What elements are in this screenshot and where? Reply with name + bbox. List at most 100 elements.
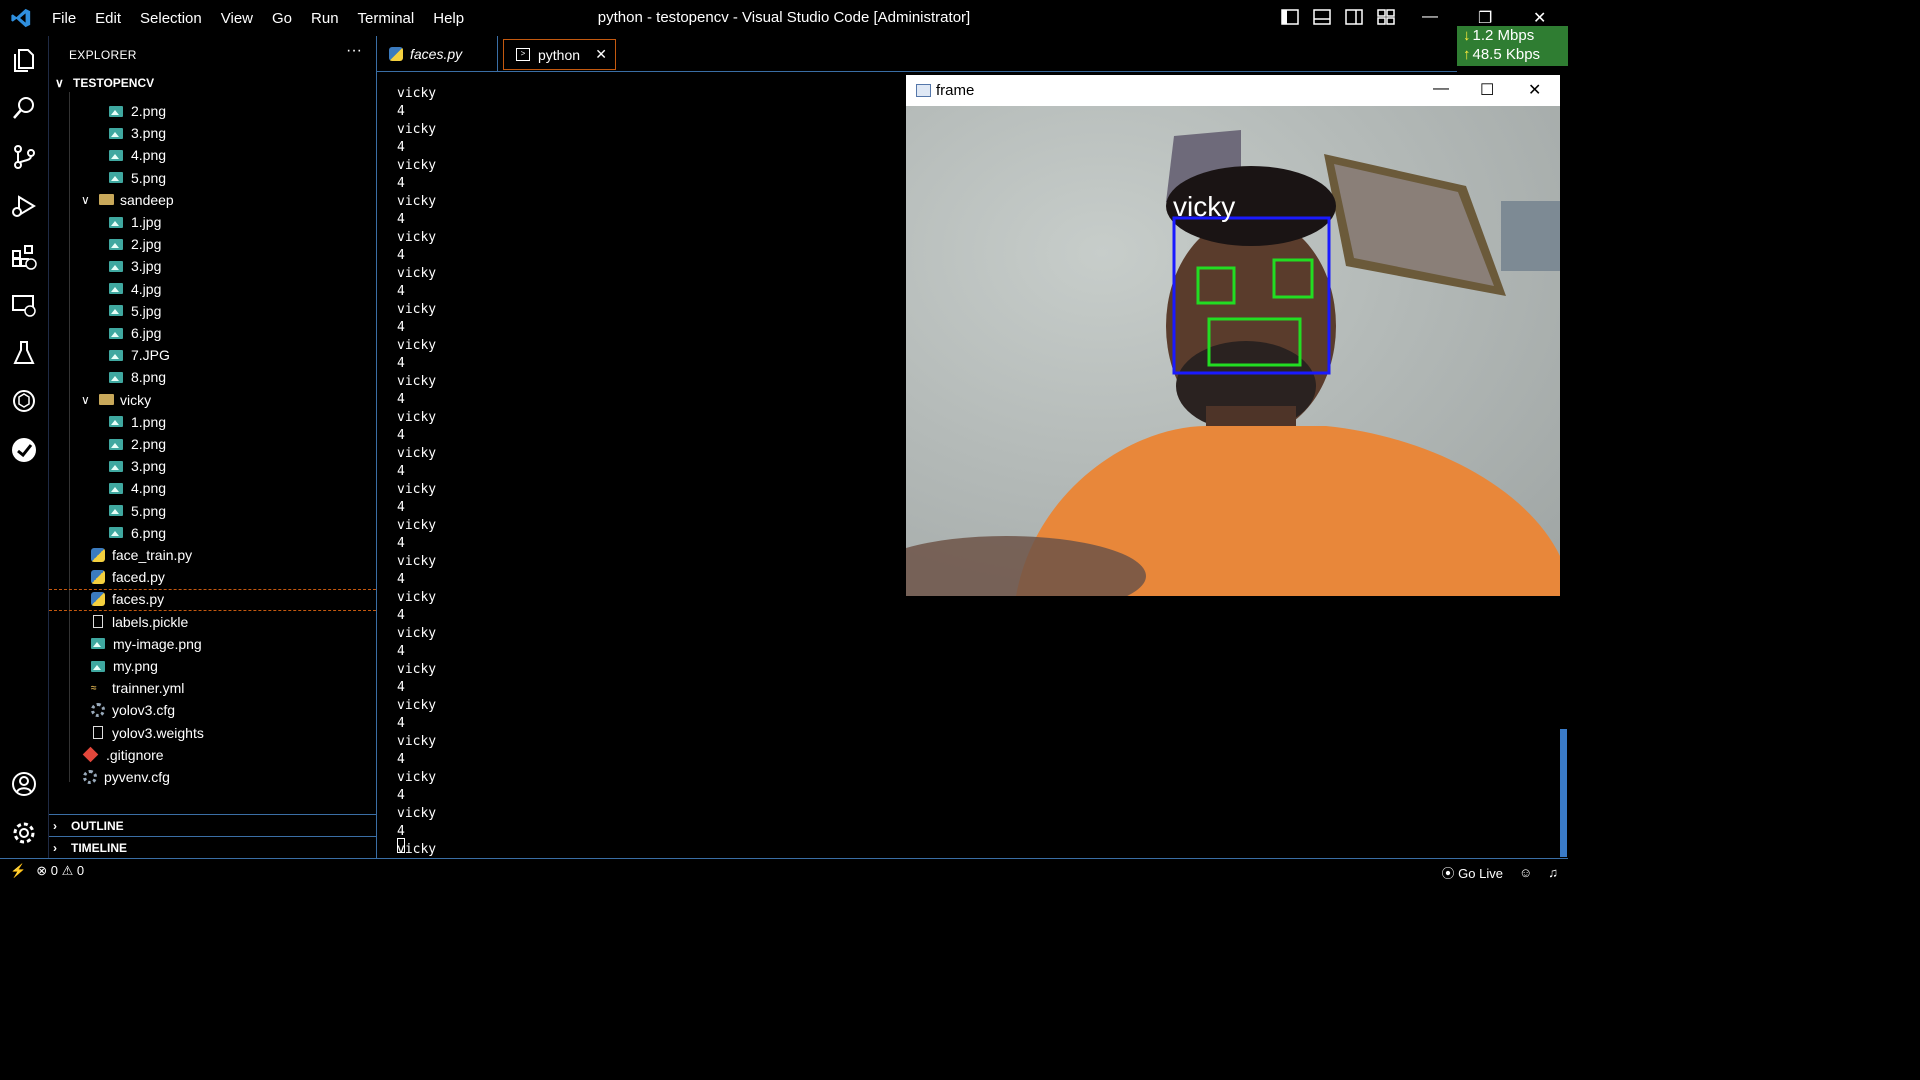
- terminal-name-line: vicky: [397, 662, 437, 677]
- tree-file[interactable]: 1.jpg: [109, 211, 161, 233]
- tree-file[interactable]: my.png: [91, 655, 158, 677]
- terminal-scrollbar[interactable]: [1560, 729, 1567, 857]
- image-icon: [109, 283, 123, 295]
- terminal-id-line: 4: [397, 680, 405, 695]
- image-icon: [109, 349, 123, 361]
- terminal-name-line: vicky: [397, 410, 437, 425]
- tree-file[interactable]: 6.png: [109, 522, 166, 544]
- explorer-more-actions[interactable]: ···: [346, 42, 362, 60]
- editor-tabs: faces.py > python ✕: [377, 36, 1457, 72]
- terminal-id-line: 4: [397, 716, 405, 731]
- toggle-panel-icon[interactable]: [1313, 8, 1331, 26]
- layout-controls: [1281, 8, 1395, 26]
- terminal-name-line: vicky: [397, 122, 437, 137]
- file-icon: [93, 615, 103, 629]
- image-icon: [109, 149, 123, 161]
- image-icon: [109, 105, 123, 117]
- close-tab-icon[interactable]: ✕: [595, 46, 607, 63]
- tree-file[interactable]: 8.png: [109, 366, 166, 388]
- warning-count: 0: [76, 863, 85, 878]
- chatgpt-icon[interactable]: [10, 387, 38, 415]
- image-icon: [109, 527, 123, 539]
- remote-explorer-icon[interactable]: [10, 291, 38, 319]
- explorer-icon[interactable]: [10, 46, 38, 74]
- tree-file[interactable]: labels.pickle: [91, 611, 188, 633]
- image-icon: [109, 416, 123, 428]
- tree-file[interactable]: yolov3.cfg: [91, 699, 175, 721]
- customize-layout-icon[interactable]: [1377, 8, 1395, 26]
- feedback-icon[interactable]: ☺: [1519, 865, 1532, 880]
- image-icon: [91, 660, 105, 672]
- tree-file[interactable]: 5.jpg: [109, 300, 161, 322]
- extensions-icon[interactable]: [10, 243, 38, 271]
- tree-file[interactable]: 3.png: [109, 122, 166, 144]
- go-live-label: Go Live: [1458, 866, 1503, 881]
- go-live-button[interactable]: ⦿ Go Live: [1442, 863, 1503, 882]
- tree-folder[interactable]: ∨ sandeep: [81, 189, 174, 211]
- tree-folder[interactable]: ∨ vicky: [81, 389, 151, 411]
- terminal-name-line: vicky: [397, 194, 437, 209]
- tree-file[interactable]: faced.py: [91, 566, 165, 588]
- frame-minimize-icon[interactable]: —: [1433, 80, 1449, 98]
- tree-file[interactable]: 4.jpg: [109, 278, 161, 300]
- outline-section[interactable]: › OUTLINE: [49, 814, 376, 837]
- terminal-id-line: 4: [397, 176, 405, 191]
- tree-file[interactable]: 5.png: [109, 167, 166, 189]
- run-debug-icon[interactable]: [10, 192, 38, 220]
- project-root[interactable]: ∨ TESTOPENCV: [55, 76, 154, 90]
- tree-file[interactable]: 5.png: [109, 500, 166, 522]
- explorer-sidebar: EXPLORER ··· ∨ TESTOPENCV 2.png 3.png 4.png…: [49, 36, 377, 858]
- tree-item-label: 5.png: [131, 169, 167, 186]
- tree-file[interactable]: 4.png: [109, 477, 166, 499]
- restore-icon[interactable]: ❐: [1478, 8, 1492, 28]
- tree-file[interactable]: 2.jpg: [109, 233, 161, 255]
- tree-file[interactable]: pyvenv.cfg: [83, 766, 170, 788]
- image-icon: [109, 260, 123, 272]
- timeline-section[interactable]: › TIMELINE: [49, 836, 376, 859]
- terminal-id-line: 4: [397, 572, 405, 587]
- tree-file[interactable]: face_train.py: [91, 544, 192, 566]
- tree-file[interactable]: .gitignore: [82, 744, 164, 766]
- terminal-icon: >: [516, 48, 530, 61]
- tab-faces-py[interactable]: faces.py: [377, 36, 498, 71]
- notifications-bell-icon[interactable]: ♫: [1548, 865, 1558, 880]
- tree-file[interactable]: yolov3.weights: [91, 722, 204, 744]
- tree-file[interactable]: 4.png: [109, 144, 166, 166]
- tree-file[interactable]: 7.JPG: [109, 344, 170, 366]
- tree-file[interactable]: 1.png: [109, 411, 166, 433]
- settings-gear-icon[interactable]: [10, 819, 38, 847]
- project-name: TESTOPENCV: [73, 76, 155, 90]
- tree-file[interactable]: faces.py: [91, 588, 164, 610]
- tree-item-label: faces.py: [112, 591, 165, 608]
- problems-indicator[interactable]: ⊗ 0 ⚠ 0: [36, 863, 84, 879]
- tree-item-label: yolov3.cfg: [112, 702, 176, 719]
- tree-file[interactable]: my-image.png: [91, 633, 202, 655]
- search-icon[interactable]: [10, 94, 38, 122]
- tree-file[interactable]: 2.png: [109, 433, 166, 455]
- tree-file[interactable]: 2.png: [109, 100, 166, 122]
- toggle-sidebar-icon[interactable]: [1281, 8, 1299, 26]
- tree-file[interactable]: 3.jpg: [109, 255, 161, 277]
- live-share-icon[interactable]: [10, 436, 38, 464]
- tab-python-terminal[interactable]: > python ✕: [503, 39, 616, 70]
- testing-icon[interactable]: [10, 339, 38, 367]
- opencv-frame-window[interactable]: frame — ☐ ✕ vicky: [906, 75, 1560, 596]
- terminal-id-line: 4: [397, 356, 405, 371]
- terminal-lines: vicky 4 vicky 4 vicky 4 vicky 4 vicky 4 vicky 4 vick…: [397, 85, 436, 859]
- frame-maximize-icon[interactable]: ☐: [1480, 80, 1494, 100]
- minimize-icon[interactable]: —: [1422, 8, 1438, 26]
- terminal-id-line: 4: [397, 212, 405, 227]
- tree-file[interactable]: 3.png: [109, 455, 166, 477]
- chevron-right-icon: ›: [53, 819, 57, 833]
- toggle-secondary-sidebar-icon[interactable]: [1345, 8, 1363, 26]
- source-control-icon[interactable]: [10, 143, 38, 171]
- tree-file[interactable]: ≈ trainner.yml: [91, 677, 184, 699]
- terminal-id-line: 4: [397, 140, 405, 155]
- timeline-label: TIMELINE: [71, 841, 127, 855]
- accounts-icon[interactable]: [10, 770, 38, 798]
- tree-file[interactable]: 6.jpg: [109, 322, 161, 344]
- terminal-id-line: 4: [397, 608, 405, 623]
- frame-close-icon[interactable]: ✕: [1528, 80, 1541, 100]
- close-window-icon[interactable]: ✕: [1533, 8, 1546, 28]
- remote-indicator-icon[interactable]: ⚡: [10, 863, 26, 879]
